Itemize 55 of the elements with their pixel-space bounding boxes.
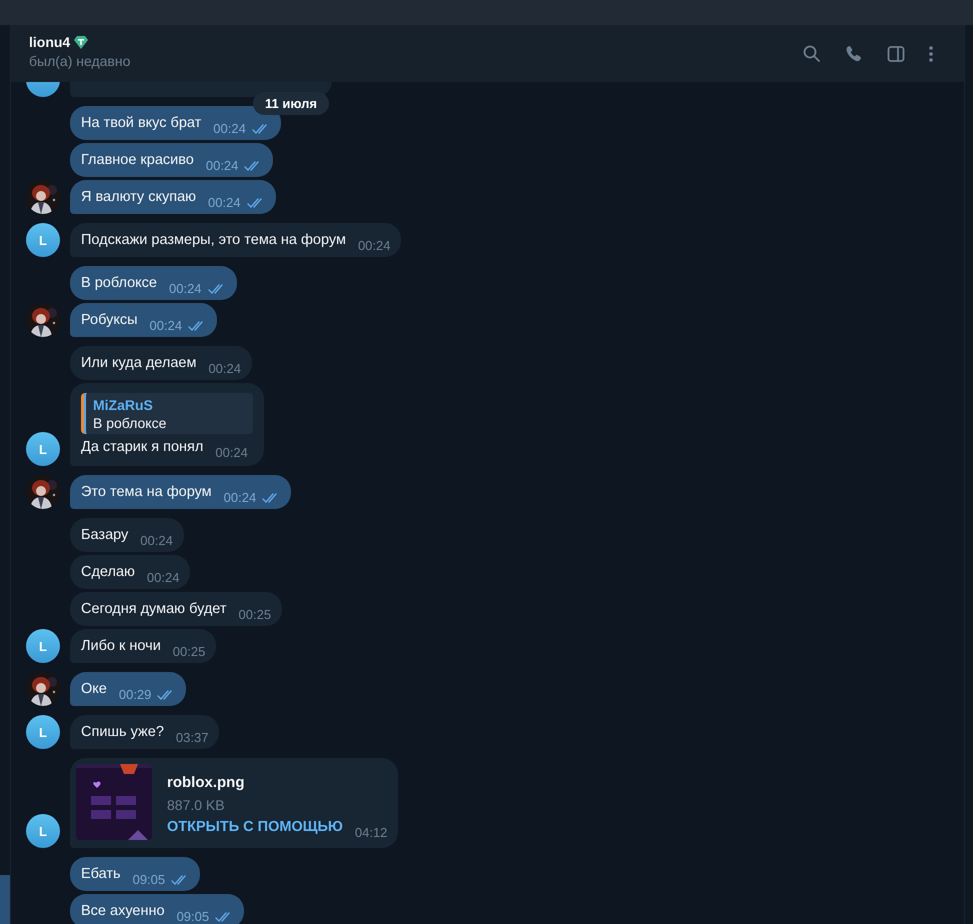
message-text: В роблоксе <box>81 274 157 292</box>
message-time: 04:12 <box>354 826 388 840</box>
message-time: 09:05 <box>176 910 210 924</box>
message-text: Оке <box>81 680 107 698</box>
message-text: Да старик я понял <box>81 438 204 456</box>
phone-icon[interactable] <box>844 44 864 64</box>
avatar[interactable]: L <box>26 432 60 466</box>
date-badge: 11 июля <box>253 92 329 115</box>
message-text: Базару <box>81 526 128 544</box>
message-text: Робуксы <box>81 311 138 329</box>
message-text: Главное красиво <box>81 151 194 169</box>
message-text: Либо к ночи <box>81 637 161 655</box>
search-icon[interactable] <box>802 44 822 64</box>
message-text: Я валюту скупаю <box>81 188 196 206</box>
message-text: Ебать <box>81 865 121 883</box>
quote-text: В роблоксе <box>93 414 168 432</box>
file-name: roblox.png <box>167 774 246 792</box>
contact-name[interactable]: lionu4 <box>29 34 70 50</box>
message-time: 00:24 <box>146 571 180 585</box>
avatar[interactable]: L <box>26 629 60 663</box>
more-icon[interactable] <box>928 44 934 64</box>
message-time: 03:37 <box>176 731 208 745</box>
sidebar-highlight <box>0 875 10 924</box>
message-time: 00:24 <box>358 239 390 253</box>
message-time: 00:24 <box>206 159 238 173</box>
contact-status: был(а) недавно <box>29 53 130 69</box>
open-with-link[interactable]: ОТКРЫТЬ С ПОМОЩЬЮ <box>167 818 343 836</box>
sidebar-icon[interactable] <box>886 44 906 64</box>
reply-quote[interactable]: MiZaRuS В роблоксе <box>81 393 253 434</box>
quote-author: MiZaRuS <box>93 396 154 414</box>
message-text: Все ахуенно <box>81 902 165 920</box>
gem-icon <box>73 34 90 50</box>
message-text: Это тема на форум <box>81 483 212 501</box>
message-time: 00:24 <box>215 446 248 460</box>
message-text: Подскажи размеры, это тема на форум <box>81 231 346 249</box>
avatar[interactable]: L <box>26 814 60 848</box>
message-text: Сегодня думаю будет <box>81 600 227 618</box>
message-time: 09:05 <box>132 873 166 887</box>
message-time: 00:25 <box>238 608 272 622</box>
avatar[interactable]: L <box>26 715 60 749</box>
message-time: 00:24 <box>213 122 246 136</box>
message-time: 00:24 <box>150 319 182 333</box>
message-text: Сделаю <box>81 563 135 581</box>
message-time: 00:24 <box>169 282 202 296</box>
message-text: Спишь уже? <box>81 723 164 741</box>
message-text: На твой вкус брат <box>81 114 202 132</box>
message-time: 00:24 <box>140 534 173 548</box>
message-time: 00:24 <box>208 362 241 376</box>
message-time: 00:24 <box>208 196 241 210</box>
message-time: 00:24 <box>224 491 256 505</box>
message-text: Или куда делаем <box>81 354 196 372</box>
message-time: 00:29 <box>118 688 152 702</box>
message-time: 00:25 <box>172 645 206 659</box>
file-size: 887.0 KB <box>167 796 226 814</box>
avatar[interactable]: L <box>26 223 60 257</box>
